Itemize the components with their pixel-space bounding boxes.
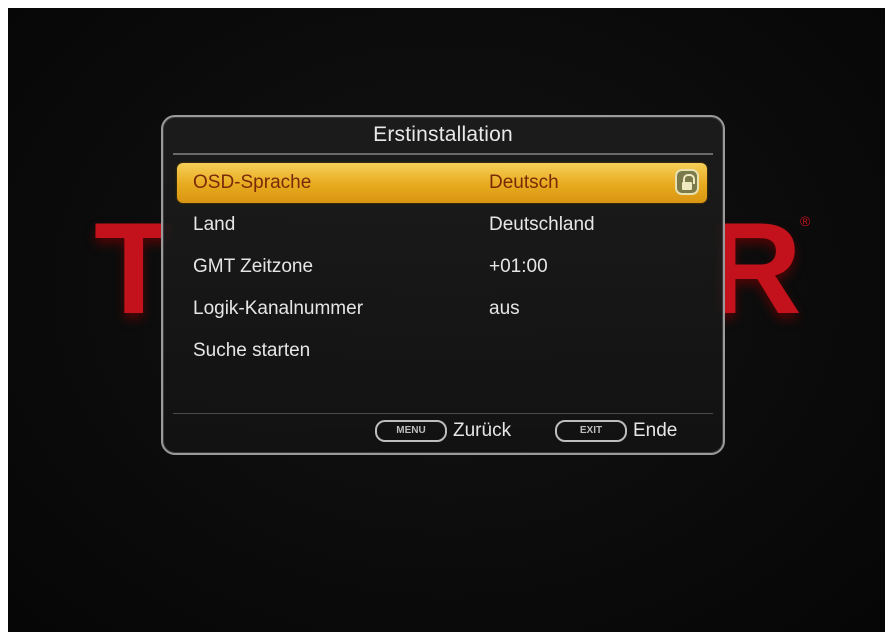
menu-item-gmt-timezone[interactable]: GMT Zeitzone +01:00 — [177, 247, 707, 289]
menu-item-country[interactable]: Land Deutschland — [177, 205, 707, 247]
exit-label: Ende — [633, 420, 678, 441]
back-label: Zurück — [453, 420, 512, 441]
footer-divider — [173, 413, 713, 414]
dialog-footer: MENU Zurück EXIT Ende — [163, 420, 723, 446]
first-installation-dialog: Erstinstallation OSD-Sprache Deutsch Lan… — [161, 115, 725, 455]
tv-screen: T R ® Erstinstallation OSD-Sprache Deuts… — [8, 8, 885, 632]
lock-icon — [675, 169, 699, 195]
menu-item-label: Suche starten — [193, 340, 311, 361]
menu-item-value: Deutschland — [489, 214, 595, 235]
menu-item-label: OSD-Sprache — [193, 172, 312, 193]
menu-item-osd-language[interactable]: OSD-Sprache Deutsch — [177, 163, 707, 203]
menu-item-logical-channel-number[interactable]: Logik-Kanalnummer aus — [177, 289, 707, 331]
menu-item-start-search[interactable]: Suche starten — [177, 331, 707, 373]
menu-item-label: Land — [193, 214, 236, 235]
exit-key-button[interactable]: EXIT — [555, 420, 627, 442]
menu-key-button[interactable]: MENU — [375, 420, 447, 442]
settings-menu: OSD-Sprache Deutsch Land Deutschland GMT… — [177, 163, 707, 373]
menu-item-label: GMT Zeitzone — [193, 256, 314, 277]
menu-item-value: aus — [489, 298, 520, 319]
menu-item-label: Logik-Kanalnummer — [193, 298, 364, 319]
back-hint[interactable]: MENU Zurück — [375, 420, 511, 442]
registered-mark: ® — [800, 213, 811, 229]
exit-hint[interactable]: EXIT Ende — [555, 420, 677, 442]
menu-item-value: Deutsch — [489, 172, 559, 193]
dialog-title: Erstinstallation — [373, 123, 513, 146]
menu-item-value: +01:00 — [489, 256, 548, 277]
title-divider — [173, 153, 713, 155]
